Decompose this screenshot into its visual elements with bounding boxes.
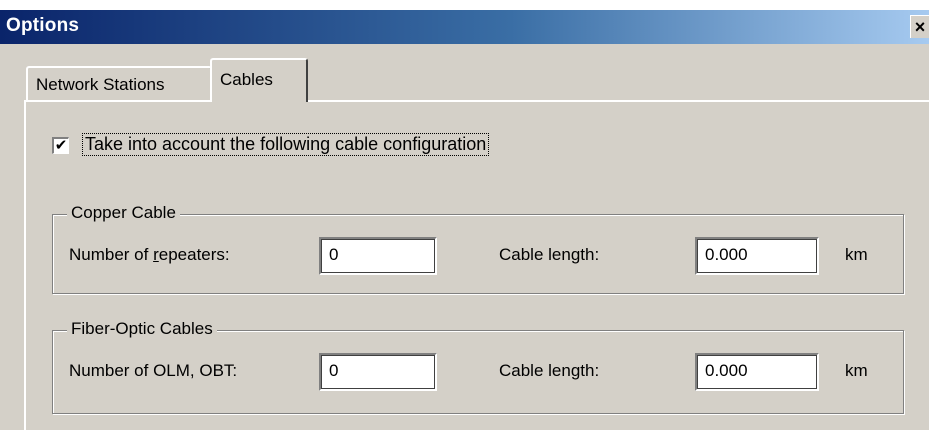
fiber-length-label: Cable length: (499, 361, 600, 380)
screen-top-strip (0, 0, 929, 10)
fiber-length-unit: km (845, 361, 868, 380)
close-icon[interactable]: × (910, 15, 929, 38)
repeaters-label-post: epeaters: (158, 245, 230, 264)
cable-config-checkbox[interactable]: ✔ (52, 137, 69, 154)
title-bar[interactable]: Options × (0, 10, 929, 44)
olm-obt-input[interactable]: 0 (319, 353, 437, 391)
copper-cable-group: Copper Cable Number of repeaters: 0 Cabl… (52, 203, 904, 294)
tab-network-stations[interactable]: Network Stations (26, 66, 212, 100)
tab-cables-label: Cables (220, 70, 273, 89)
copper-length-input[interactable]: 0.000 (695, 237, 819, 275)
tab-cables[interactable]: Cables (210, 58, 308, 102)
repeaters-label-pre: Number of (69, 245, 154, 264)
fiber-optic-group: Fiber-Optic Cables Number of OLM, OBT: 0… (52, 319, 904, 414)
fiber-optic-legend: Fiber-Optic Cables (67, 319, 217, 339)
olm-obt-label: Number of OLM, OBT: (69, 361, 238, 380)
tab-network-stations-label: Network Stations (36, 75, 165, 94)
cable-config-checkbox-label[interactable]: Take into account the following cable co… (82, 133, 490, 156)
repeaters-input[interactable]: 0 (319, 237, 437, 275)
copper-length-label: Cable length: (499, 245, 600, 264)
fiber-length-input[interactable]: 0.000 (695, 353, 819, 391)
repeaters-label: Number of repeaters: (69, 245, 230, 265)
copper-length-unit: km (845, 245, 868, 264)
window-title: Options (6, 15, 80, 36)
copper-cable-legend: Copper Cable (67, 203, 180, 223)
